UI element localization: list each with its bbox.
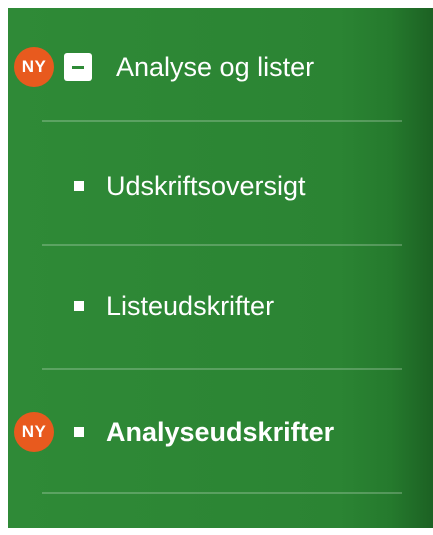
- menu-item-label: Analyseudskrifter: [106, 416, 335, 447]
- menu-group-analyse-og-lister[interactable]: NY Analyse og lister: [8, 8, 433, 126]
- bullet-icon: [74, 181, 84, 191]
- minus-icon: [72, 65, 84, 69]
- side-menu: NY Analyse og lister Udskriftsoversigt L…: [8, 8, 433, 528]
- new-badge: NY: [14, 47, 54, 87]
- menu-item-udskriftsoversigt[interactable]: Udskriftsoversigt: [8, 126, 433, 246]
- divider: [42, 492, 402, 494]
- bullet-icon: [74, 427, 84, 437]
- collapse-icon[interactable]: [64, 53, 92, 81]
- menu-item-label: Udskriftsoversigt: [106, 170, 306, 201]
- menu-item-label: Listeudskrifter: [106, 290, 275, 321]
- menu-item-analyseudskrifter[interactable]: NY Analyseudskrifter: [8, 372, 433, 492]
- menu-group-label: Analyse og lister: [116, 51, 315, 82]
- divider: [42, 368, 402, 370]
- menu-item-listeudskrifter[interactable]: Listeudskrifter: [8, 246, 433, 366]
- new-badge: NY: [14, 412, 54, 452]
- bullet-icon: [74, 301, 84, 311]
- divider: [42, 120, 402, 122]
